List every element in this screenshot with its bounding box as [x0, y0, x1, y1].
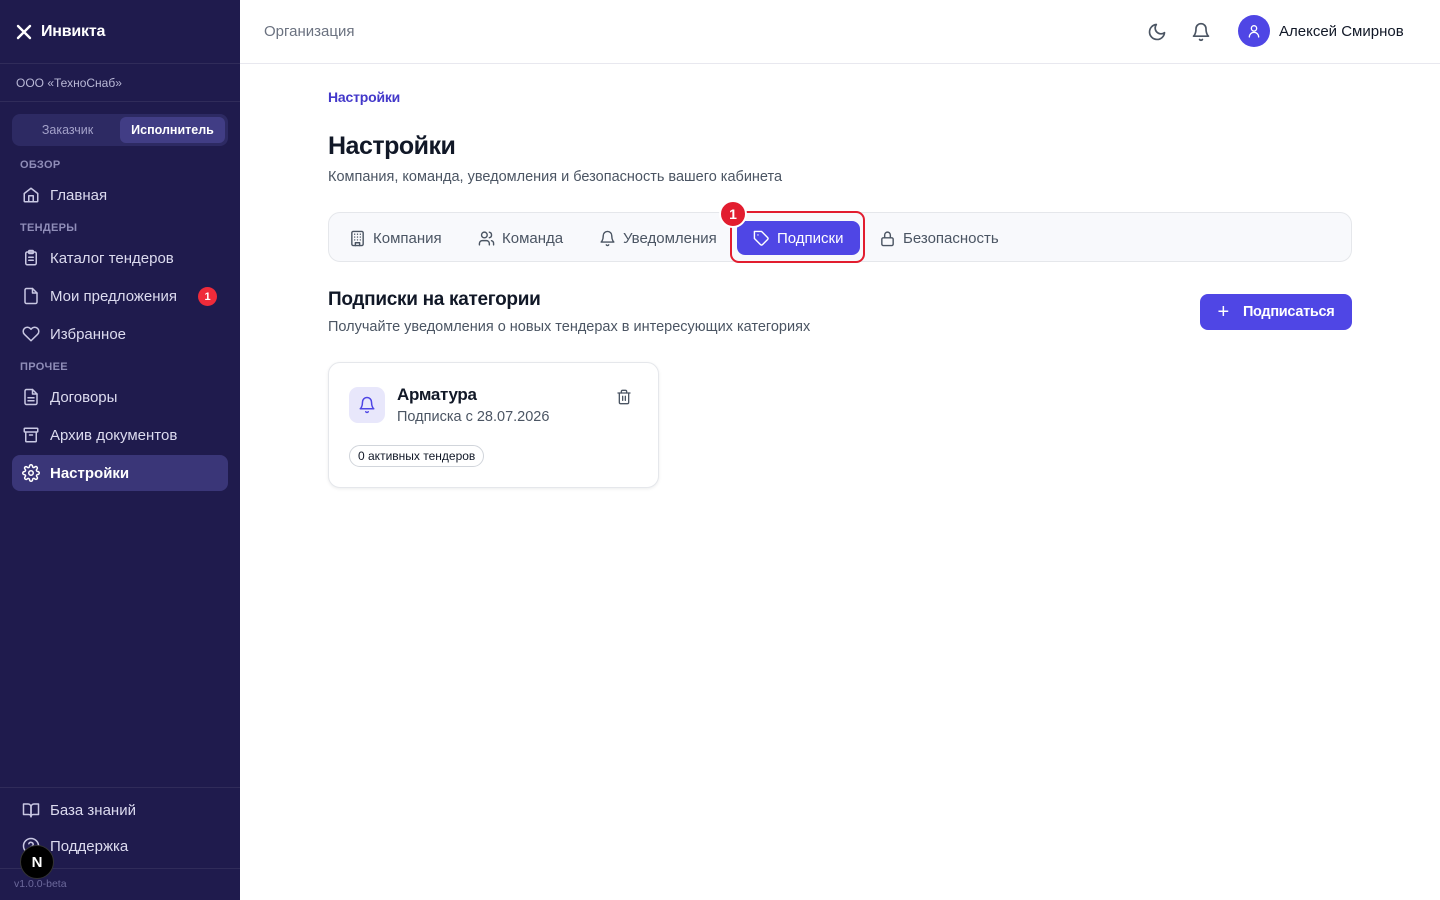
sidebar-item-label: Поддержка: [50, 837, 129, 855]
bell-icon: [349, 387, 385, 423]
section-label-overview: ОБЗОР: [20, 159, 61, 171]
sidebar-item-my-offers[interactable]: Мои предложения 1: [12, 278, 228, 314]
tab-label: Уведомления: [623, 229, 717, 247]
page-title: Настройки: [328, 132, 456, 160]
brand[interactable]: Инвикта: [0, 0, 240, 64]
building-icon: [349, 230, 366, 247]
sidebar-item-contracts[interactable]: Договоры: [12, 379, 228, 415]
notification-count-badge: 1: [198, 287, 217, 306]
sidebar-item-label: Договоры: [50, 388, 118, 406]
gear-icon: [22, 464, 40, 482]
file-text-icon: [22, 388, 40, 406]
app-version: v1.0.0-beta: [14, 878, 67, 890]
home-icon: [22, 186, 40, 204]
breadcrumb[interactable]: Настройки: [328, 89, 400, 105]
plus-icon: +: [1217, 301, 1230, 323]
tab-security[interactable]: Безопасность: [879, 221, 999, 255]
sidebar-item-label: Избранное: [50, 325, 127, 343]
annotation-marker: 1: [719, 200, 747, 228]
user-name: Алексей Смирнов: [1279, 22, 1404, 40]
sidebar-item-label: Архив документов: [50, 426, 178, 444]
sidebar: Инвикта ООО «ТехноСнаб» Заказчик Исполни…: [0, 0, 240, 900]
tab-team[interactable]: Команда: [478, 221, 563, 255]
active-tenders-count: 0 активных тендеров: [349, 445, 485, 467]
lock-icon: [879, 230, 896, 247]
tab-label: Безопасность: [903, 229, 999, 247]
archive-icon: [22, 426, 40, 444]
sidebar-divider: [0, 787, 240, 788]
trash-icon[interactable]: [615, 388, 633, 406]
sidebar-item-label: Каталог тендеров: [50, 249, 174, 267]
sidebar-item-knowledge-base[interactable]: База знаний: [12, 792, 228, 828]
topbar-title: Организация: [264, 23, 355, 40]
bell-icon: [599, 230, 616, 247]
sidebar-item-home[interactable]: Главная: [12, 177, 228, 213]
top-bar: Организация Алексей Смирнов: [240, 0, 1440, 64]
subscription-date: Подписка с 28.07.2026: [397, 409, 550, 425]
avatar: [1238, 15, 1270, 47]
tab-label: Команда: [502, 229, 564, 247]
sidebar-item-tender-catalog[interactable]: Каталог тендеров: [12, 240, 228, 276]
tab-notifications[interactable]: Уведомления: [599, 221, 717, 255]
sidebar-item-document-archive[interactable]: Архив документов: [12, 417, 228, 453]
role-option-customer[interactable]: Заказчик: [15, 117, 120, 143]
section-label-tenders: ТЕНДЕРЫ: [20, 222, 78, 234]
users-icon: [478, 230, 495, 247]
section-title: Подписки на категории: [328, 289, 541, 310]
role-option-contractor[interactable]: Исполнитель: [120, 117, 225, 143]
brand-name: Инвикта: [41, 22, 106, 40]
subscribe-button[interactable]: + Подписаться: [1200, 294, 1352, 330]
sidebar-item-settings[interactable]: Настройки: [12, 455, 228, 491]
close-x-logo-icon: [16, 24, 32, 40]
heart-icon: [22, 325, 40, 343]
sidebar-item-favorites[interactable]: Избранное: [12, 316, 228, 352]
organization-name: ООО «ТехноСнаб»: [0, 64, 240, 102]
tab-label: Компания: [373, 229, 442, 247]
subscription-card: Арматура Подписка с 28.07.2026 0 активны…: [328, 362, 659, 488]
page-subtitle: Компания, команда, уведомления и безопас…: [328, 169, 783, 185]
sidebar-item-label: Мои предложения: [50, 287, 178, 305]
section-subtitle: Получайте уведомления о новых тендерах в…: [328, 319, 811, 335]
tab-company[interactable]: Компания: [349, 221, 442, 255]
sidebar-item-label: Настройки: [50, 464, 130, 482]
moon-icon[interactable]: [1145, 20, 1169, 44]
dev-tools-badge[interactable]: N: [20, 845, 54, 879]
subscribe-button-label: Подписаться: [1242, 304, 1335, 320]
sidebar-item-label: Главная: [50, 186, 108, 204]
annotation-highlight-box: [730, 211, 865, 263]
subscription-category-name: Арматура: [397, 385, 477, 404]
clipboard-icon: [22, 249, 40, 267]
user-menu[interactable]: Алексей Смирнов: [1238, 15, 1404, 47]
document-icon: [22, 287, 40, 305]
sidebar-item-label: База знаний: [50, 801, 136, 819]
book-icon: [22, 801, 40, 819]
bell-icon[interactable]: [1189, 20, 1213, 44]
role-toggle: Заказчик Исполнитель: [12, 114, 228, 146]
section-label-other: ПРОЧЕЕ: [20, 361, 68, 373]
